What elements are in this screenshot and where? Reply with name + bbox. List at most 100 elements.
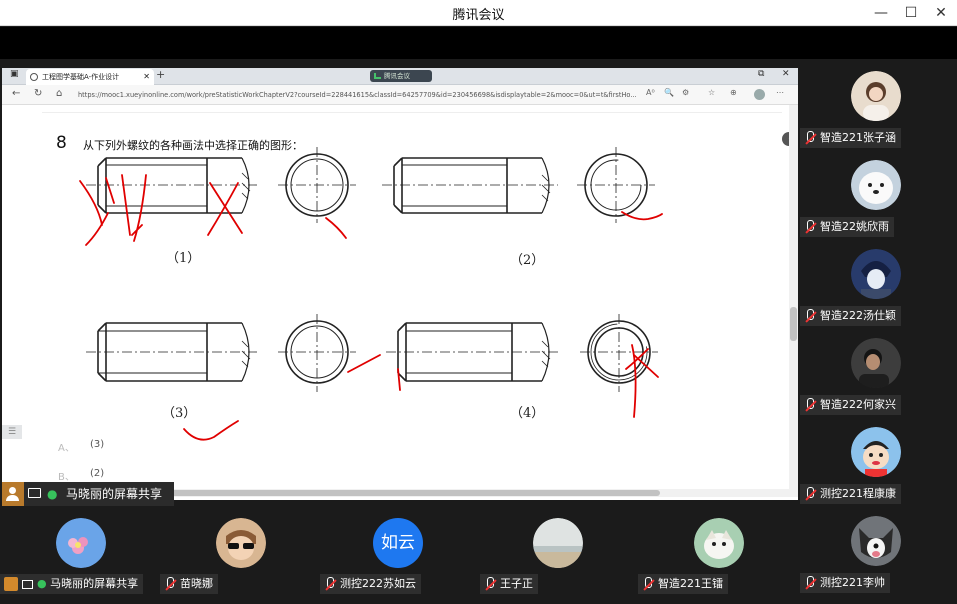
figure-label-4: （4） xyxy=(510,406,545,421)
horizontal-scroll-thumb[interactable] xyxy=(162,490,660,496)
shared-screen: ▣ 工程图学基础A-作业设计 ✕ + 腾讯会议 ⧉ ✕ ← ↻ ⌂ https:… xyxy=(2,68,798,500)
mic-muted-icon xyxy=(804,487,815,501)
maximize-button[interactable]: ☐ xyxy=(900,3,922,23)
mic-muted-icon xyxy=(804,398,815,412)
host-person-icon xyxy=(4,577,18,591)
participant-name: 智造222汤仕颖 xyxy=(820,309,896,322)
participant-tile[interactable]: ● 马晓丽的屏幕共享 xyxy=(0,506,160,604)
participant-name-label: ● 马晓丽的屏幕共享 xyxy=(0,574,144,594)
avatar xyxy=(56,518,106,568)
home-icon[interactable]: ⌂ xyxy=(56,88,62,99)
participant-name-label: 测控221程康康 xyxy=(800,484,901,504)
mic-muted-icon xyxy=(804,220,815,234)
new-tab-button[interactable]: + xyxy=(156,68,165,81)
browser-restore-icon[interactable]: ⧉ xyxy=(758,69,764,79)
refresh-icon[interactable]: ↻ xyxy=(34,88,42,99)
microphone-on-icon: ● xyxy=(47,487,58,501)
back-icon[interactable]: ← xyxy=(12,88,20,99)
participant-tile[interactable]: 王子正 xyxy=(480,506,640,604)
tab-actions-icon[interactable]: ▣ xyxy=(10,69,19,79)
avatar xyxy=(851,427,901,477)
page-side-menu-button[interactable]: ☰ xyxy=(2,425,22,439)
avatar xyxy=(216,518,266,568)
browser-tab-bar: ▣ 工程图学基础A-作业设计 ✕ + 腾讯会议 ⧉ ✕ xyxy=(2,68,798,85)
participant-tile[interactable]: 智造22姚欣雨 xyxy=(798,148,957,237)
participant-name: 智造221张子涵 xyxy=(820,131,896,144)
option-a[interactable]: A、 (3) xyxy=(58,439,104,454)
participant-tile[interactable]: 智造222汤仕颖 xyxy=(798,237,957,326)
red-annotations xyxy=(79,174,663,441)
avatar xyxy=(851,516,901,566)
option-a-letter: A、 xyxy=(58,443,75,454)
avatar xyxy=(851,160,901,210)
mic-muted-icon xyxy=(324,577,335,591)
figure-label-2: （2） xyxy=(510,253,545,268)
participant-name-label: 智造222汤仕颖 xyxy=(800,306,901,326)
favorites-icon[interactable]: ☆ xyxy=(708,88,715,97)
participant-name-label: 测控221李帅 xyxy=(800,573,890,593)
mic-muted-icon xyxy=(804,576,815,590)
option-b-value: (2) xyxy=(90,468,105,479)
participant-tile[interactable]: 如云 测控222苏如云 xyxy=(320,506,480,604)
participant-name-label: 智造22姚欣雨 xyxy=(800,217,894,237)
read-aloud-icon[interactable]: A⁰ xyxy=(646,88,655,97)
minimize-button[interactable]: — xyxy=(870,3,892,23)
participant-name-label: 苗晓娜 xyxy=(160,574,218,594)
avatar xyxy=(851,249,901,299)
avatar xyxy=(851,71,901,121)
vertical-scroll-thumb[interactable] xyxy=(790,307,797,341)
participant-row: ● 马晓丽的屏幕共享 苗晓娜 如云 测控222苏如云 王子正 智造221王镭 xyxy=(0,506,798,604)
sharer-name: 马晓丽的屏幕共享 xyxy=(66,487,163,501)
browser-close-icon[interactable]: ✕ xyxy=(782,69,790,79)
url-field[interactable]: https://mooc1.xueyinonline.com/work/preS… xyxy=(78,88,638,102)
close-tab-icon[interactable]: ✕ xyxy=(143,69,150,85)
screen-share-icon xyxy=(22,579,33,589)
avatar xyxy=(851,338,901,388)
page-favicon-icon xyxy=(30,73,38,81)
participant-name: 苗晓娜 xyxy=(180,577,213,590)
participant-name: 测控221程康康 xyxy=(820,487,896,500)
participant-name: 测控222苏如云 xyxy=(340,577,416,590)
signal-icon xyxy=(374,73,381,79)
participant-tile[interactable]: 测控221程康康 xyxy=(798,415,957,504)
thread-drawing-figures xyxy=(79,147,663,441)
participant-name: 智造222何家兴 xyxy=(820,398,896,411)
host-person-icon xyxy=(2,482,24,506)
screen-share-icon xyxy=(28,488,41,498)
tencent-meeting-window: 腾讯会议 — ☐ ✕ ▣ 工程图学基础A-作业设计 ✕ + 腾讯会议 ⧉ ✕ ←… xyxy=(0,0,957,604)
figure-3 xyxy=(86,314,356,392)
avatar-initials: 如云 xyxy=(373,518,423,568)
participant-tile[interactable]: 智造222何家兴 xyxy=(798,326,957,415)
mic-muted-icon xyxy=(804,309,815,323)
participant-name-label: 智造222何家兴 xyxy=(800,395,901,415)
close-button[interactable]: ✕ xyxy=(930,3,952,23)
more-icon[interactable]: ⋯ xyxy=(776,88,784,97)
figure-label-1: （1） xyxy=(166,251,201,266)
participant-tile[interactable]: 智造221张子涵 xyxy=(798,59,957,148)
extensions-icon[interactable]: ⚙ xyxy=(682,88,689,97)
option-b[interactable]: B、 (2) xyxy=(58,468,104,483)
participant-tile[interactable]: 智造221王镭 xyxy=(638,506,798,604)
vertical-scrollbar[interactable] xyxy=(789,105,798,490)
profile-icon[interactable] xyxy=(754,89,765,100)
participant-name: 智造22姚欣雨 xyxy=(820,220,889,233)
participant-name: 测控221李帅 xyxy=(820,576,885,589)
meeting-sharing-indicator[interactable]: 腾讯会议 xyxy=(370,70,432,82)
participant-tile[interactable]: 测控221李帅 xyxy=(798,504,957,593)
participant-name-label: 智造221张子涵 xyxy=(800,128,901,148)
mic-muted-icon xyxy=(484,577,495,591)
meeting-indicator-label: 腾讯会议 xyxy=(384,72,410,80)
web-page-content: 8 从下列外螺纹的各种画法中选择正确的图形： （1） （2） （3） （4） A… xyxy=(2,105,798,500)
avatar xyxy=(694,518,744,568)
participant-name-label: 王子正 xyxy=(480,574,538,594)
zoom-icon[interactable]: 🔍 xyxy=(664,88,674,97)
participant-name-label: 测控222苏如云 xyxy=(320,574,421,594)
participant-name: 智造221王镭 xyxy=(658,577,723,590)
participant-name: 王子正 xyxy=(500,577,533,590)
browser-tab-active[interactable]: 工程图学基础A-作业设计 ✕ xyxy=(26,69,154,85)
mic-muted-icon xyxy=(804,131,815,145)
option-a-value: (3) xyxy=(90,439,105,450)
figure-label-3: （3） xyxy=(162,406,197,421)
collections-icon[interactable]: ⊕ xyxy=(730,88,737,97)
participant-tile[interactable]: 苗晓娜 xyxy=(160,506,320,604)
